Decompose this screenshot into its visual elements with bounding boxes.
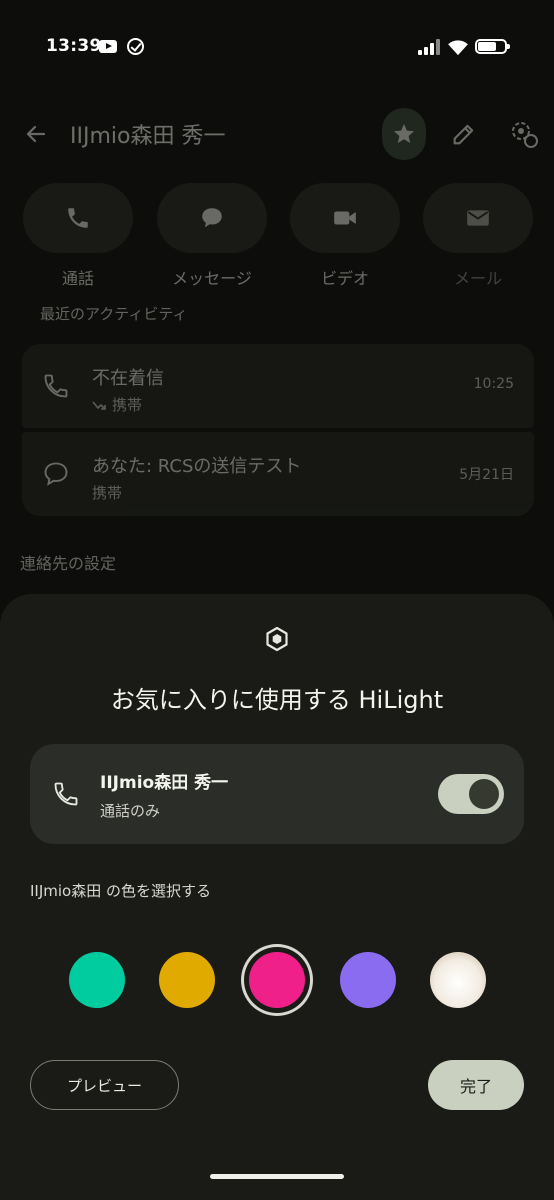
activity-item-message[interactable]: あなた: RCSの送信テスト 携帯 5月21日 xyxy=(22,432,534,516)
activity-sub-label: 携帯 xyxy=(112,396,143,414)
hilight-toggle[interactable] xyxy=(438,774,504,814)
phone-icon xyxy=(44,374,68,398)
contact-title: IIJmio森田 秀一 xyxy=(70,124,226,149)
back-arrow-icon[interactable] xyxy=(24,122,48,146)
sheet-title: お気に入りに使用する HiLight xyxy=(110,686,444,714)
activity-main-text: あなた: RCSの送信テスト xyxy=(92,456,302,477)
message-action-button[interactable] xyxy=(157,183,267,253)
phone-icon xyxy=(68,208,88,228)
color-swatch-purple[interactable] xyxy=(340,952,396,1008)
color-swatch-white[interactable] xyxy=(430,952,486,1008)
mail-icon xyxy=(467,210,489,226)
call-action-label: 通話 xyxy=(61,269,94,288)
edit-icon[interactable] xyxy=(450,120,478,148)
color-swatch-green[interactable] xyxy=(69,952,125,1008)
favorite-contact-name: IIJmio森田 秀一 xyxy=(100,773,229,793)
mail-action[interactable]: メール xyxy=(422,183,534,289)
video-action[interactable]: ビデオ xyxy=(289,183,401,289)
check-circle-icon xyxy=(127,38,144,55)
activity-main-text: 不在着信 xyxy=(92,368,164,389)
video-icon xyxy=(334,211,356,225)
mail-action-button[interactable] xyxy=(423,183,533,253)
status-time: 13:39 xyxy=(46,36,102,56)
mail-action-label: メール xyxy=(453,269,502,288)
wifi-icon xyxy=(448,40,468,56)
message-icon xyxy=(202,208,222,228)
contact-settings-title: 連絡先の設定 xyxy=(20,554,117,573)
message-action-label: メッセージ xyxy=(172,269,252,288)
phone-icon xyxy=(54,782,78,806)
missed-call-icon xyxy=(92,400,106,410)
signal-icon xyxy=(418,39,440,55)
favorite-contact-card: IIJmio森田 秀一 通話のみ xyxy=(30,744,524,844)
hilight-bottom-sheet: お気に入りに使用する HiLight IIJmio森田 秀一 通話のみ IIJm… xyxy=(0,594,554,1200)
quick-actions: 通話 メッセージ ビデオ メール xyxy=(22,183,534,288)
done-button[interactable]: 完了 xyxy=(428,1060,524,1110)
contact-header: IIJmio森田 秀一 xyxy=(0,108,554,160)
activity-time: 5月21日 xyxy=(459,467,514,483)
message-action[interactable]: メッセージ xyxy=(156,183,268,289)
activity-item-missed-call[interactable]: 不在着信 携帯 10:25 xyxy=(22,344,534,428)
contact-settings-icon[interactable] xyxy=(508,118,540,150)
video-action-label: ビデオ xyxy=(320,269,369,288)
preview-button[interactable]: プレビュー xyxy=(30,1060,179,1110)
activity-time: 10:25 xyxy=(473,376,514,392)
message-icon xyxy=(44,462,68,486)
color-swatch-pink[interactable] xyxy=(249,952,305,1008)
status-bar: 13:39 xyxy=(0,0,554,90)
toggle-knob xyxy=(469,779,499,809)
color-swatches xyxy=(0,934,554,1024)
battery-icon xyxy=(475,39,510,54)
recent-activity-title: 最近のアクティビティ xyxy=(40,305,188,323)
favorite-contact-sub: 通話のみ xyxy=(100,802,161,820)
call-action[interactable]: 通話 xyxy=(22,183,134,289)
video-action-button[interactable] xyxy=(290,183,400,253)
hilight-icon xyxy=(266,626,288,652)
activity-sub-text: 携帯 xyxy=(92,484,123,502)
color-select-label: IIJmio森田 の色を選択する xyxy=(30,882,211,900)
star-icon xyxy=(394,124,414,143)
call-action-button[interactable] xyxy=(23,183,133,253)
home-indicator[interactable] xyxy=(210,1174,344,1179)
activity-sub-text: 携帯 xyxy=(92,394,142,415)
favorite-button[interactable] xyxy=(382,108,426,160)
color-swatch-yellow[interactable] xyxy=(159,952,215,1008)
youtube-icon xyxy=(99,40,117,53)
